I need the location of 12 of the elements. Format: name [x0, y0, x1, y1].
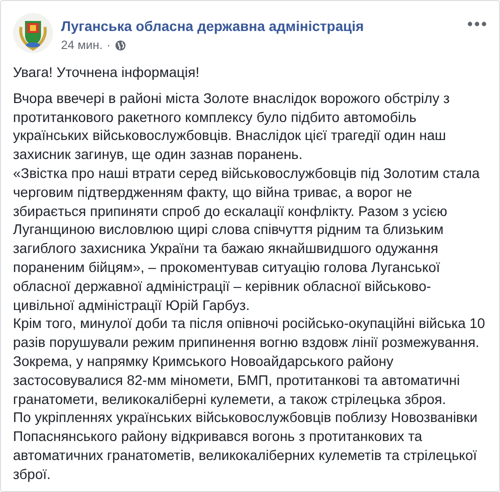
post-paragraph: Вчора ввечері в районі міста Золоте внаслідок ворожого обстрілу з протитанкового ракетного комплексу було підбито автомобіль українських військовослужбовців. Внаслідок цієї трагедії один наш захисник загинув, ще один зазнав поранень. [13, 88, 451, 164]
globe-icon [114, 40, 126, 50]
emblem-icon[interactable] [13, 13, 53, 53]
post-paragraph: По укріпленнях українських військовослужбовців поблизу Новозванівки Попаснянського району відкривався вогонь з протитанкових та автоматичних гранатометів, великокаліберних кулеметів та стрілецької зброї. [13, 408, 478, 484]
page-name-link[interactable]: Луганська обласна державна адміністрація [61, 18, 459, 34]
post-time[interactable]: 24 мин. [61, 38, 103, 52]
separator-dot: · [106, 38, 111, 52]
more-options-icon[interactable] [467, 21, 487, 27]
post-paragraph: «Звістка про наші втрати серед військовослужбовців під Золотим стала черговим підтвердженням факту, що війна триває, а ворог не збирається припиняти спроб до ескалації конфлікту. Разом з усією Луганщиною висловлюю щирі слова співчуття рідним та близьким загиблого захисника України та бажаю якнайшвидшого одужання пораненим бійцям», – прокоментував ситуацію голова Луганської обласної державної адміністрації – керівник обласної військово-цивільної адміністрації Юрій Гарбуз. [13, 164, 481, 314]
post-paragraph: Увага! Уточнена інформація! [13, 63, 200, 82]
post-paragraph: Зокрема, у напрямку Кримського Новоайдарського району застосовувалися 82-мм міномети, БМП, протитанкові та автоматичні гранатомети, великокаліберні кулемети, а також стрілецька зброя. [13, 352, 461, 408]
post-paragraph: Крім того, минулої доби та після опівночі російсько-окупаційні війська 10 разів порушували режим припинення вогню вздовж лінії розмежування. [13, 314, 486, 352]
